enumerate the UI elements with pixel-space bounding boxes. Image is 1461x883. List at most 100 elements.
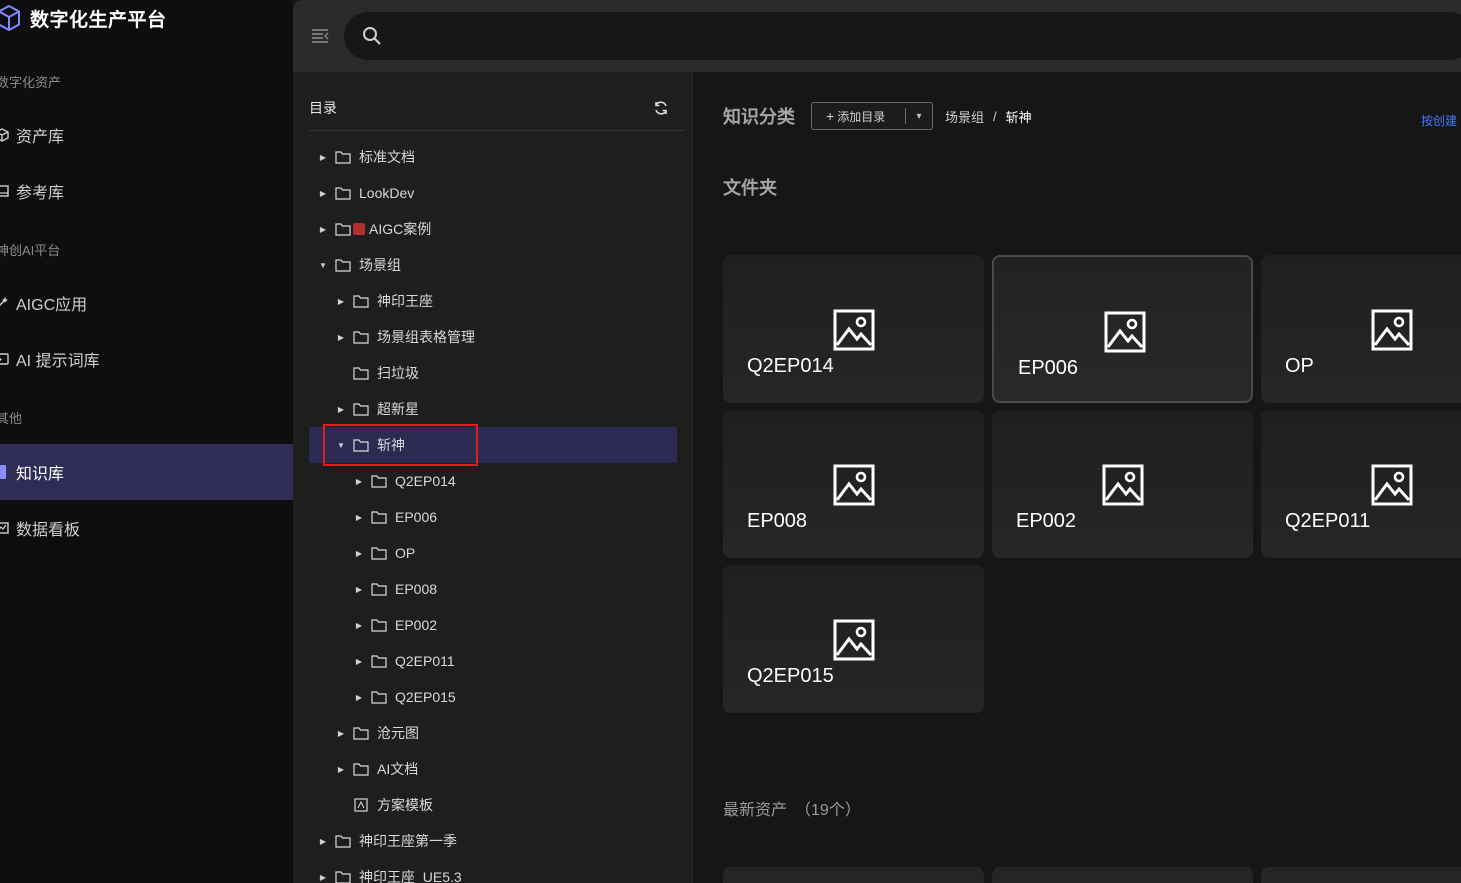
tree-item[interactable]: 扫垃圾 xyxy=(335,355,419,391)
chart-icon xyxy=(0,520,10,536)
main-content: 知识分类 + 添加目录 ▾ 场景组 / 斩神 按创建 文件夹 Q2EP014 EP… xyxy=(694,72,1461,883)
caret-right-icon[interactable]: ▶ xyxy=(353,583,365,595)
folder-card[interactable]: EP006 xyxy=(992,255,1253,403)
tree-item[interactable]: ▶ 场景组表格管理 xyxy=(335,319,475,355)
search-input[interactable] xyxy=(396,12,1396,60)
folder-card[interactable]: EP002 xyxy=(992,410,1253,558)
folder-card[interactable]: Q2EP015 xyxy=(723,565,984,713)
tree-item[interactable]: ▶ 沧元图 xyxy=(335,715,419,751)
nav-item-label: AI 提示词库 xyxy=(16,353,100,370)
tree-item[interactable]: ▶ Q2EP011 xyxy=(353,643,455,679)
folder-card[interactable]: OP xyxy=(1261,255,1461,403)
folder-section-title: 文件夹 xyxy=(723,178,777,198)
refresh-icon[interactable] xyxy=(653,100,669,116)
tree-item[interactable]: 方案模板 xyxy=(335,787,433,823)
highlight-box xyxy=(323,424,478,466)
tree-item[interactable]: ▶ LookDev xyxy=(317,175,414,211)
tree-item-label: AI文档 xyxy=(377,761,419,777)
nav-item-ai-prompts[interactable]: AI 提示词库 xyxy=(0,331,293,387)
asset-card[interactable] xyxy=(1261,867,1461,883)
caret-right-icon[interactable]: ▶ xyxy=(353,475,365,487)
tree-item-label: 方案模板 xyxy=(377,797,433,813)
nav-item-knowledge-base[interactable]: 知识库 xyxy=(0,444,293,500)
folder-card-name: EP002 xyxy=(1016,510,1077,532)
nav-item-asset-library[interactable]: 资产库 xyxy=(0,107,293,163)
folder-icon xyxy=(335,151,351,164)
folder-icon xyxy=(371,547,387,560)
caret-right-icon[interactable]: ▶ xyxy=(353,511,365,523)
folder-card-name: OP xyxy=(1285,355,1314,377)
header-row: 知识分类 + 添加目录 ▾ 场景组 / 斩神 xyxy=(723,102,1032,130)
folder-card[interactable]: Q2EP011 xyxy=(1261,410,1461,558)
tree-item-label: EP002 xyxy=(395,617,438,633)
caret-right-icon[interactable]: ▶ xyxy=(353,655,365,667)
tree-item[interactable]: ▶ 神印王座第一季 xyxy=(317,823,457,859)
tree-item[interactable]: ▶ EP006 xyxy=(353,499,437,535)
nav-item-aigc-app[interactable]: AIGC应用 xyxy=(0,275,293,331)
tree-item-label: 神印王座第一季 xyxy=(359,833,457,849)
tree-item[interactable]: ▶ 神印王座 xyxy=(335,283,433,319)
tree-item[interactable]: ▶ OP xyxy=(353,535,415,571)
breadcrumb-item[interactable]: 场景组 xyxy=(945,107,984,126)
caret-right-icon[interactable]: ▶ xyxy=(335,295,347,307)
caret-right-icon[interactable]: ▶ xyxy=(317,835,329,847)
image-icon xyxy=(1371,309,1413,351)
tree-item[interactable]: ▶ AIGC案例 xyxy=(317,211,431,247)
knowledge-icon xyxy=(0,465,6,479)
folder-card-name: EP006 xyxy=(1018,357,1079,379)
folder-icon xyxy=(335,835,351,848)
tree-item[interactable]: ▶ Q2EP014 xyxy=(353,463,456,499)
nav-group-other: 其他 xyxy=(0,411,23,426)
tree-item-label: LookDev xyxy=(359,185,415,201)
folder-icon xyxy=(371,511,387,524)
folder-card[interactable]: EP008 xyxy=(723,410,984,558)
search-icon[interactable] xyxy=(362,26,382,46)
caret-right-icon[interactable]: ▶ xyxy=(335,763,347,775)
folder-icon xyxy=(371,583,387,596)
asset-card[interactable] xyxy=(723,867,984,883)
tree-item-label: EP008 xyxy=(395,581,438,597)
tree-item[interactable]: ▶ AI文档 xyxy=(335,751,418,787)
nav-item-dashboard[interactable]: 数据看板 xyxy=(0,500,293,556)
folder-icon xyxy=(353,763,369,776)
caret-right-icon[interactable]: ▶ xyxy=(353,547,365,559)
add-directory-button[interactable]: + 添加目录 ▾ xyxy=(811,102,933,130)
menu-fold-icon[interactable] xyxy=(311,28,329,44)
asset-card[interactable] xyxy=(992,867,1253,883)
caret-right-icon[interactable]: ▶ xyxy=(317,223,329,235)
directory-header: 目录 xyxy=(309,98,679,118)
tree-item-label: 场景组表格管理 xyxy=(377,329,475,345)
search-box xyxy=(344,12,1461,60)
folder-icon xyxy=(371,691,387,704)
caret-right-icon[interactable]: ▶ xyxy=(335,727,347,739)
folder-icon xyxy=(353,331,369,344)
chevron-down-icon[interactable]: ▾ xyxy=(906,111,932,122)
caret-right-icon[interactable]: ▶ xyxy=(335,403,347,415)
caret-right-icon[interactable]: ▶ xyxy=(317,187,329,199)
plus-icon: + xyxy=(826,108,835,124)
folder-card[interactable]: Q2EP014 xyxy=(723,255,984,403)
image-icon xyxy=(1102,464,1144,506)
caret-right-icon[interactable]: ▶ xyxy=(317,871,329,883)
tree-item-label: OP xyxy=(395,545,416,561)
tree-item[interactable]: ▶ EP002 xyxy=(353,607,437,643)
tree-item-label: 沧元图 xyxy=(377,725,419,741)
folder-card-name: Q2EP015 xyxy=(747,665,834,687)
caret-right-icon[interactable]: ▶ xyxy=(335,331,347,343)
caret-right-icon[interactable]: ▶ xyxy=(317,151,329,163)
caret-right-icon[interactable]: ▶ xyxy=(353,691,365,703)
tree-item[interactable]: ▼ 场景组 xyxy=(317,247,401,283)
tree-item[interactable]: ▶ 神印王座_UE5.3 xyxy=(317,859,462,883)
nav-item-reference-library[interactable]: 参考库 xyxy=(0,163,293,219)
tree-item[interactable]: ▶ 标准文档 xyxy=(317,139,415,175)
tree-item[interactable]: ▶ EP008 xyxy=(353,571,437,607)
sort-by-created-link[interactable]: 按创建 xyxy=(1421,112,1457,129)
tree-item-label: 标准文档 xyxy=(359,149,415,165)
caret-right-icon[interactable]: ▶ xyxy=(353,619,365,631)
caret-down-icon[interactable]: ▼ xyxy=(317,259,329,271)
folder-card-name: EP008 xyxy=(747,510,808,532)
tree-item[interactable]: ▶ Q2EP015 xyxy=(353,679,456,715)
tree-item[interactable]: ▶ 超新星 xyxy=(335,391,419,427)
brand[interactable]: 数字化生产平台 xyxy=(0,0,167,36)
tree-item-label: 场景组 xyxy=(359,257,401,273)
